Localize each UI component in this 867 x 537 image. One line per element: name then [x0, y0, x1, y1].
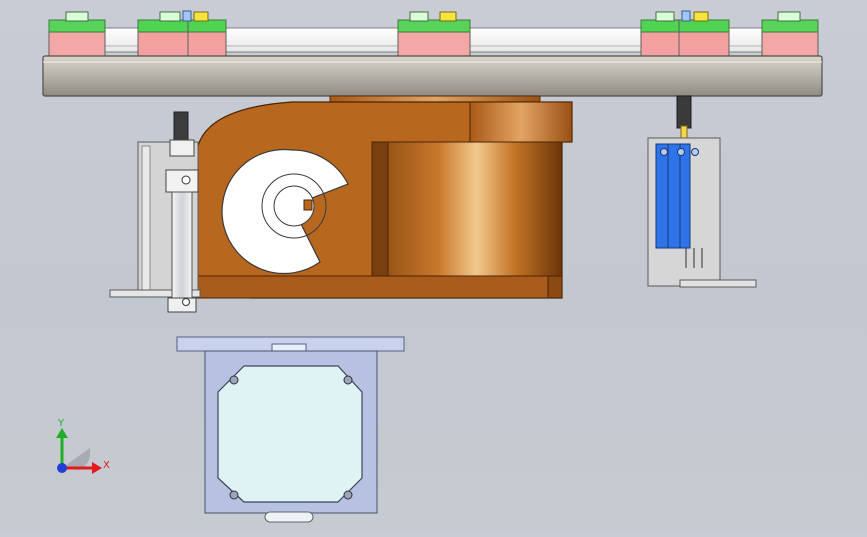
fixture-block-4[interactable] [640, 10, 730, 57]
coordinate-triad: Y X [56, 418, 110, 474]
blue-sensor-block[interactable] [655, 143, 691, 249]
left-sensor-bracket[interactable] [109, 111, 201, 313]
fixture-block-2[interactable] [137, 10, 227, 57]
fixture-block-3[interactable] [397, 11, 471, 57]
z-axis-dot [57, 463, 67, 473]
turntable-plate[interactable] [42, 55, 823, 97]
x-axis-label: X [103, 460, 110, 471]
y-axis-label: Y [57, 418, 65, 429]
fixture-block-1[interactable] [48, 11, 106, 57]
fixture-block-5[interactable] [761, 11, 819, 57]
motor-gearbox[interactable] [176, 336, 405, 523]
top-rail-assembly[interactable] [48, 10, 819, 57]
cad-scene[interactable]: Y X [0, 0, 867, 533]
rotary-index-body[interactable] [195, 95, 573, 299]
cad-viewport[interactable]: Y X [0, 0, 867, 533]
right-sensor-assembly[interactable] [647, 95, 757, 288]
